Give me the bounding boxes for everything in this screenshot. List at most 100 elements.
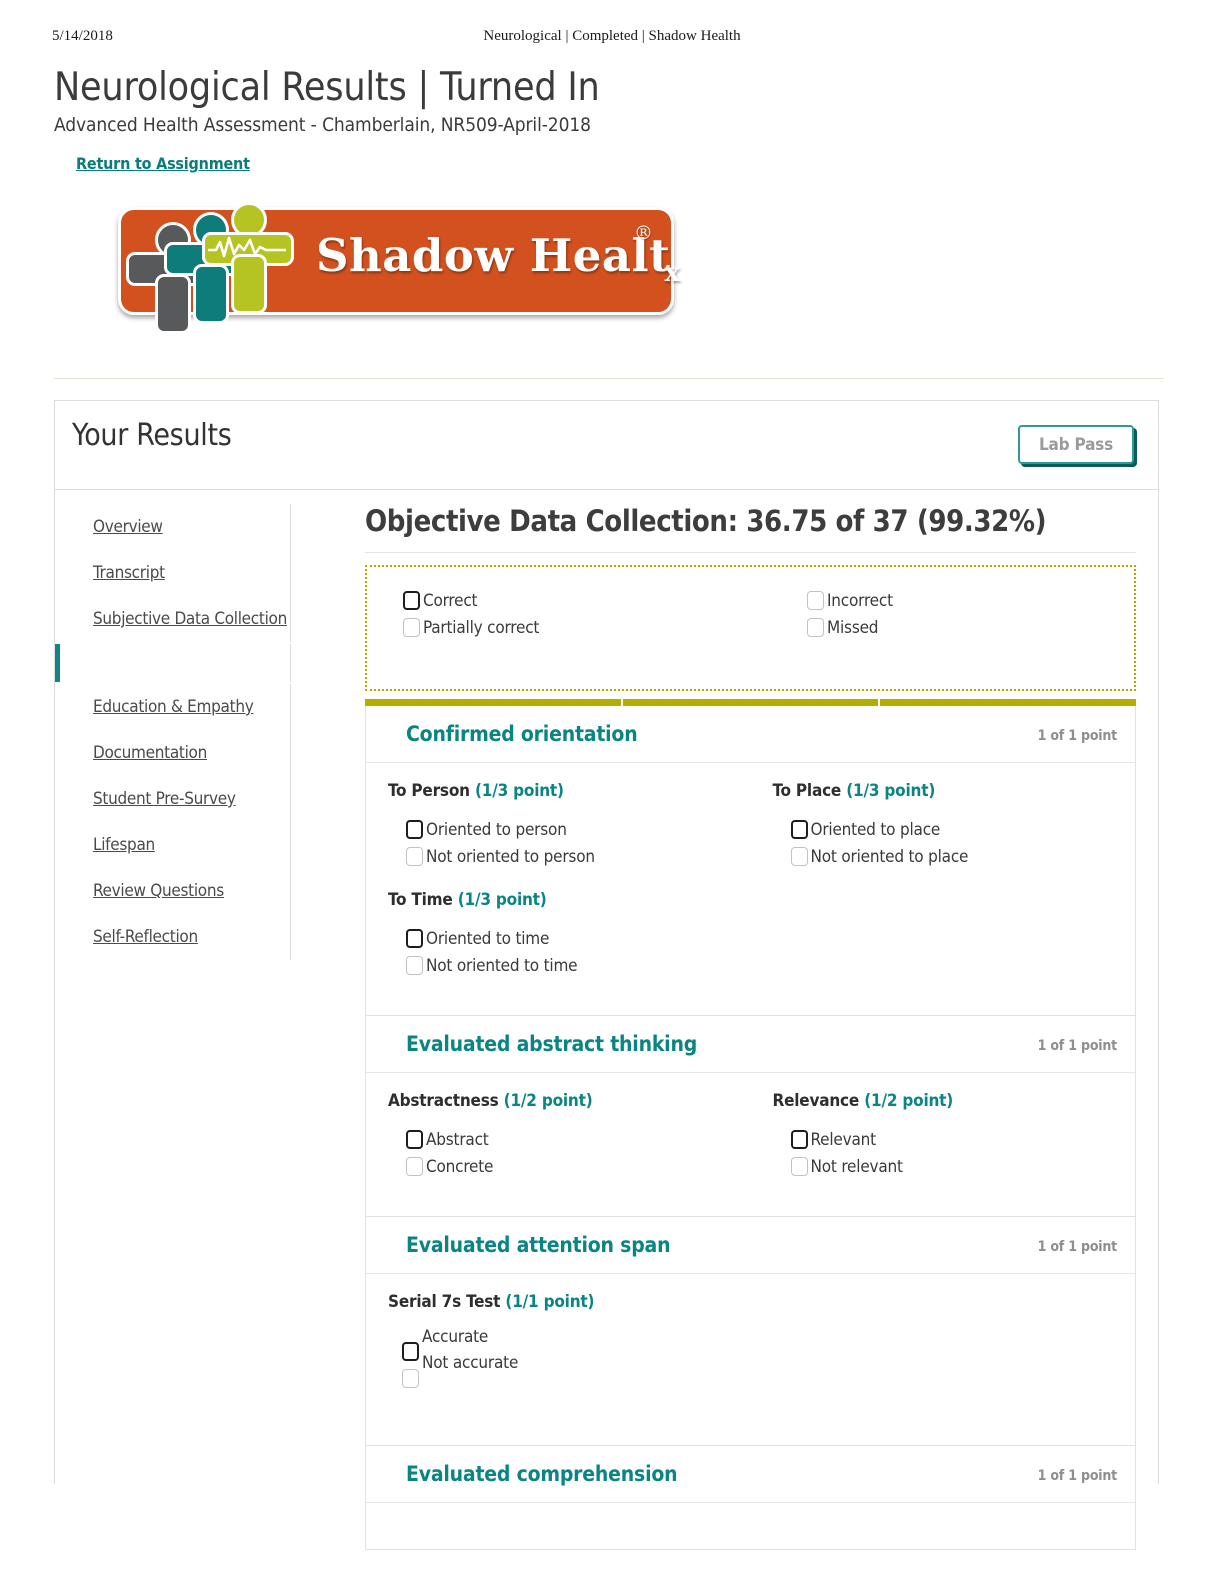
sidebar-group-1: Overview Transcript Subjective Data Coll… bbox=[55, 504, 291, 642]
criterion-options: Oriented to person Not oriented to perso… bbox=[388, 816, 751, 870]
sidebar-item-subjective-data-collection[interactable]: Subjective Data Collection bbox=[55, 596, 290, 642]
checkbox-icon bbox=[406, 1157, 423, 1176]
graded-section-title: Evaluated comprehension bbox=[406, 1462, 678, 1486]
option-row: Concrete bbox=[406, 1153, 751, 1180]
sidebar-item-objective-data-collection[interactable] bbox=[55, 644, 290, 682]
checkbox-icon bbox=[790, 1130, 808, 1149]
criterion-options: Oriented to place Not oriented to place bbox=[773, 816, 1136, 870]
criterion-options: Oriented to time Not oriented to time bbox=[388, 925, 751, 979]
criterion-points: (1/3 point) bbox=[457, 890, 547, 910]
criterion-label: Abstractness (1/2 point) bbox=[388, 1091, 751, 1111]
option-row: Relevant bbox=[790, 1126, 1136, 1153]
criterion-points: (1/2 point) bbox=[503, 1091, 593, 1111]
criterion-label: Serial 7s Test (1/1 point) bbox=[388, 1292, 751, 1312]
criterion-points: (1/2 point) bbox=[864, 1091, 954, 1111]
criterion-relevance: Relevance (1/2 point) Relevant Not relev… bbox=[751, 1091, 1136, 1186]
legend-label-correct: Correct bbox=[423, 590, 478, 611]
checkbox-icon bbox=[403, 618, 420, 637]
criterion-abstractness: Abstractness (1/2 point) Abstract Concre… bbox=[366, 1091, 751, 1186]
criterion-label: To Person (1/3 point) bbox=[388, 781, 751, 801]
checkbox-icon bbox=[406, 820, 423, 839]
checkbox-icon bbox=[406, 956, 423, 975]
graded-section-header: Confirmed orientation 1 of 1 point bbox=[366, 706, 1135, 763]
option-row: Oriented to place bbox=[790, 816, 1136, 843]
option-label: Not oriented to person bbox=[426, 846, 595, 867]
criterion-name: Abstractness bbox=[388, 1091, 499, 1111]
criterion-to-person: To Person (1/3 point) Oriented to person bbox=[366, 781, 751, 876]
checkbox-icon bbox=[406, 1130, 423, 1149]
graded-section-header: Evaluated comprehension 1 of 1 point bbox=[366, 1446, 1135, 1503]
criterion-options: Abstract Concrete bbox=[388, 1126, 751, 1180]
sidebar-group-2 bbox=[55, 644, 291, 682]
option-row: Not oriented to person bbox=[406, 843, 751, 870]
graded-section-points: 1 of 1 point bbox=[1037, 1038, 1118, 1054]
graded-section-points: 1 of 1 point bbox=[1037, 728, 1118, 744]
graded-section: Confirmed orientation 1 of 1 point To Pe… bbox=[365, 706, 1136, 1016]
criterion-name: To Time bbox=[388, 890, 453, 910]
criterion-name: Relevance bbox=[772, 1091, 860, 1111]
logo-x-letter: x bbox=[664, 258, 681, 288]
legend-item-correct: Correct bbox=[403, 587, 539, 614]
legend-item-incorrect: Incorrect bbox=[807, 587, 893, 614]
option-label: Relevant bbox=[810, 1129, 877, 1150]
criterion-label: To Place (1/3 point) bbox=[773, 781, 1136, 801]
criterion-to-place: To Place (1/3 point) Oriented to place N… bbox=[751, 781, 1136, 876]
checkbox-icon bbox=[402, 1369, 419, 1388]
graded-section-points: 1 of 1 point bbox=[1037, 1239, 1118, 1255]
graded-section-title: Evaluated attention span bbox=[406, 1233, 671, 1257]
legend-label-partially-correct: Partially correct bbox=[423, 617, 540, 638]
graded-section-title: Confirmed orientation bbox=[406, 722, 638, 746]
results-sidebar: Overview Transcript Subjective Data Coll… bbox=[55, 490, 291, 960]
graded-section-body bbox=[366, 1503, 1135, 1549]
sidebar-group-3: Education & Empathy Documentation Studen… bbox=[55, 684, 291, 960]
criterion-points: (1/1 point) bbox=[505, 1292, 595, 1312]
graded-section-header: Evaluated attention span 1 of 1 point bbox=[366, 1217, 1135, 1274]
checkbox-icon bbox=[403, 591, 420, 610]
your-results-heading: Your Results bbox=[72, 418, 232, 453]
shadow-health-logo: Shadow Healtx ® bbox=[118, 196, 684, 338]
criterion-to-time: To Time (1/3 point) Oriented to time Not… bbox=[366, 890, 751, 985]
sidebar-item-documentation[interactable]: Documentation bbox=[55, 730, 290, 776]
graded-section-body: To Person (1/3 point) Oriented to person bbox=[366, 763, 1135, 1015]
checkbox-icon bbox=[807, 618, 824, 637]
sidebar-item-transcript[interactable]: Transcript bbox=[55, 550, 290, 596]
checkbox-icon bbox=[790, 847, 808, 866]
sidebar-item-review-questions[interactable]: Review Questions bbox=[55, 868, 290, 914]
graded-section: Evaluated attention span 1 of 1 point Se… bbox=[365, 1217, 1136, 1446]
results-card-header: Your Results Lab Pass bbox=[55, 401, 1158, 490]
option-label: Oriented to time bbox=[426, 928, 550, 949]
page-subtitle: Advanced Health Assessment - Chamberlain… bbox=[54, 114, 591, 137]
sidebar-item-overview[interactable]: Overview bbox=[55, 504, 290, 550]
score-progress-bar bbox=[365, 699, 1137, 706]
print-page-title: Neurological | Completed | Shadow Health bbox=[483, 28, 741, 44]
option-label: Not oriented to place bbox=[810, 846, 969, 867]
option-label: Accurate bbox=[422, 1327, 489, 1347]
print-header: 5/14/2018 Neurological | Completed | Sha… bbox=[52, 28, 1172, 48]
sidebar-item-education-empathy[interactable]: Education & Empathy bbox=[55, 684, 290, 730]
option-row: Not relevant bbox=[790, 1153, 1136, 1180]
ekg-line-icon bbox=[208, 236, 286, 258]
option-label: Abstract bbox=[426, 1129, 489, 1150]
option-label: Not oriented to time bbox=[426, 955, 578, 976]
criterion-serial-7s-test: Serial 7s Test (1/1 point) Accurate Not … bbox=[366, 1292, 751, 1415]
results-card-body: Overview Transcript Subjective Data Coll… bbox=[55, 490, 1158, 1550]
sidebar-item-self-reflection[interactable]: Self-Reflection bbox=[55, 914, 290, 960]
page-title: Neurological Results | Turned In bbox=[54, 65, 600, 110]
score-divider bbox=[365, 552, 1136, 553]
option-label: Not accurate bbox=[422, 1353, 519, 1373]
objective-data-collection-panel: Objective Data Collection: 36.75 of 37 (… bbox=[313, 490, 1158, 1550]
checkbox-icon bbox=[790, 1157, 808, 1176]
logo-figures-icon bbox=[124, 196, 334, 338]
title-block: Neurological Results | Turned In Advance… bbox=[54, 65, 1172, 173]
logo-wordmark: Shadow Healtx bbox=[316, 229, 686, 288]
sidebar-item-lifespan[interactable]: Lifespan bbox=[55, 822, 290, 868]
sidebar-item-student-pre-survey[interactable]: Student Pre-Survey bbox=[55, 776, 290, 822]
return-to-assignment-link[interactable]: Return to Assignment bbox=[76, 154, 250, 173]
header-divider bbox=[54, 378, 1164, 379]
option-row: Oriented to person bbox=[406, 816, 751, 843]
graded-section: Evaluated abstract thinking 1 of 1 point… bbox=[365, 1016, 1136, 1217]
option-row: Oriented to time bbox=[406, 925, 751, 952]
logo-wordmark-text: Shadow Healt bbox=[316, 229, 671, 282]
graded-section: Evaluated comprehension 1 of 1 point bbox=[365, 1446, 1136, 1550]
lab-pass-button[interactable]: Lab Pass bbox=[1018, 425, 1134, 464]
